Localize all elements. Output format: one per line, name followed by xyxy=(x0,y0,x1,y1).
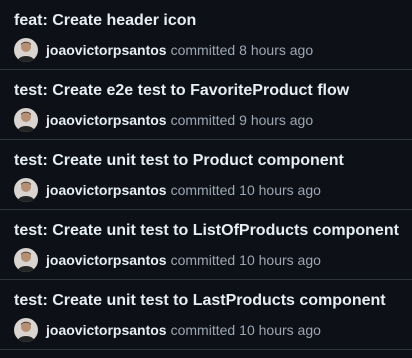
commit-time: 9 hours ago xyxy=(239,112,314,128)
commit-row[interactable]: test: Create unit test to LastProducts c… xyxy=(0,280,412,350)
commit-action: committed xyxy=(170,182,236,198)
commit-time: 10 hours ago xyxy=(239,322,321,338)
commit-meta: joaovictorpsantos committed 8 hours ago xyxy=(14,38,313,62)
commit-meta: joaovictorpsantos committed 10 hours ago xyxy=(14,178,321,202)
commit-row[interactable]: test: Create unit test to ListOfProducts… xyxy=(0,210,412,280)
commit-meta: joaovictorpsantos committed 10 hours ago xyxy=(14,318,321,342)
commit-row[interactable]: test: Create e2e test to FavoriteProduct… xyxy=(0,70,412,140)
commit-title-link[interactable]: test: Create e2e test to FavoriteProduct… xyxy=(14,82,349,100)
user-avatar-icon[interactable] xyxy=(14,318,38,342)
user-avatar-icon[interactable] xyxy=(14,108,38,132)
commit-title-link[interactable]: feat: Create header icon xyxy=(14,12,196,30)
author-link[interactable]: joaovictorpsantos xyxy=(46,42,167,58)
commit-row[interactable]: test: Create unit test to Product compon… xyxy=(0,140,412,210)
commit-meta: joaovictorpsantos committed 10 hours ago xyxy=(14,248,321,272)
author-link[interactable]: joaovictorpsantos xyxy=(46,112,167,128)
author-link[interactable]: joaovictorpsantos xyxy=(46,182,167,198)
commit-time: 10 hours ago xyxy=(239,252,321,268)
commit-action: committed xyxy=(170,252,236,268)
commit-time: 8 hours ago xyxy=(239,42,314,58)
commit-action: committed xyxy=(170,322,236,338)
commit-time: 10 hours ago xyxy=(239,182,321,198)
commit-row[interactable]: feat: Create header icon joaovictorpsant… xyxy=(0,0,412,70)
commit-title-link[interactable]: test: Create unit test to ListOfProducts… xyxy=(14,222,399,240)
commit-action: committed xyxy=(170,42,236,58)
commit-list: feat: Create header icon joaovictorpsant… xyxy=(0,0,412,358)
author-link[interactable]: joaovictorpsantos xyxy=(46,252,167,268)
author-link[interactable]: joaovictorpsantos xyxy=(46,322,167,338)
commit-title-link[interactable]: test: Create unit test to Product compon… xyxy=(14,152,344,170)
user-avatar-icon[interactable] xyxy=(14,248,38,272)
commit-meta: joaovictorpsantos committed 9 hours ago xyxy=(14,108,313,132)
user-avatar-icon[interactable] xyxy=(14,178,38,202)
commit-action: committed xyxy=(170,112,236,128)
user-avatar-icon[interactable] xyxy=(14,38,38,62)
commit-title-link[interactable]: test: Create unit test to LastProducts c… xyxy=(14,292,386,310)
